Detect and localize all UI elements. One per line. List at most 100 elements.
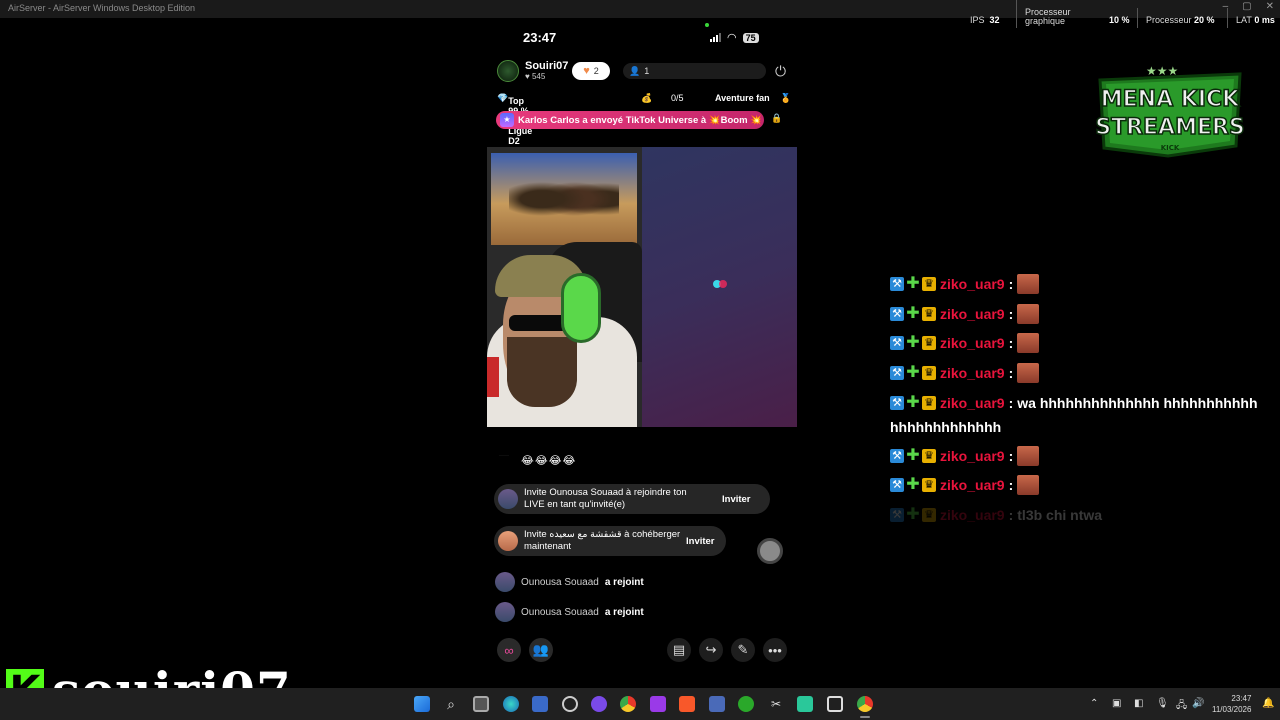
crown-icon: ♛ xyxy=(922,307,936,321)
invite1-button[interactable]: Inviter xyxy=(722,494,751,505)
link-icon[interactable]: ∞ xyxy=(497,638,521,662)
volume-icon[interactable]: 🔊 xyxy=(1192,698,1204,709)
league-badge[interactable]: 💎 Top 99 % de la Ligue D2 xyxy=(497,93,532,146)
joined-message: Ounousa Souaad a rejoint xyxy=(495,572,644,592)
taskbar: ⌕ ✂ ⌃ ▣ ◧ 🎙 🖧 🔊 23:47 11/03/2026 🔔 xyxy=(0,688,1280,720)
wall-poster xyxy=(491,153,637,245)
clock-time: 23:47 xyxy=(1231,694,1252,703)
person-icon: 👤 xyxy=(629,65,641,76)
tray-app2-icon[interactable]: ◧ xyxy=(1134,698,1143,709)
perf-gpu-value: 10 % xyxy=(1109,15,1130,25)
joined-message: Ounousa Souaad a rejoint xyxy=(495,602,644,622)
brave-icon[interactable] xyxy=(679,696,695,712)
app4-icon[interactable] xyxy=(827,696,843,712)
host-avatar[interactable] xyxy=(497,60,519,82)
edge-icon[interactable] xyxy=(503,696,519,712)
chat-username: ziko_uar9 xyxy=(940,276,1005,292)
joined-avatar xyxy=(495,572,515,592)
live-stats-row: 💎 Top 99 % de la Ligue D2 💰 0/5 Aventure… xyxy=(495,90,795,146)
invite-cohost-card[interactable]: Invite قشقشة مع سعيده à cohéberger maint… xyxy=(494,526,726,556)
wifi-icon: ◠ xyxy=(727,32,737,44)
moderator-icon: ⚒ xyxy=(890,449,904,463)
moderator-icon: ⚒ xyxy=(890,396,904,410)
gift-banner[interactable]: ★ Karlos Carlos a envoyé TikTok Universe… xyxy=(496,111,764,129)
chat-text: wa hhhhhhhhhhhhhh hhhhhhhhhhh xyxy=(1017,395,1258,411)
battery-indicator: 75 xyxy=(742,32,759,43)
viewer-count: 1 xyxy=(644,66,650,76)
like-button[interactable]: ♥ 2 xyxy=(572,62,610,80)
network-icon[interactable]: 🖧 xyxy=(1176,698,1187,715)
chat-username: ziko_uar9 xyxy=(940,477,1005,493)
app3-icon[interactable] xyxy=(797,696,813,712)
xbox-icon[interactable] xyxy=(738,696,754,712)
search-icon[interactable]: ⌕ xyxy=(443,696,459,712)
adventure-label[interactable]: Aventure fan xyxy=(715,93,770,103)
chat-message: ⚒ ✚ ♛ ziko_uar9: xyxy=(890,274,1040,294)
chat-message-fading: ⚒ ✚ ♛ ziko_uar9: tl3b chi ntwa xyxy=(890,505,1102,525)
signal-icon xyxy=(710,33,721,42)
chat-emote xyxy=(1017,363,1040,383)
guests-icon[interactable]: 👥 xyxy=(529,638,553,662)
treasure-icon: 💰 xyxy=(641,93,653,103)
record-button[interactable] xyxy=(757,538,783,564)
share-icon[interactable]: ↪ xyxy=(699,638,723,662)
gift-sub-icon: ✚ xyxy=(906,476,920,493)
start-icon[interactable] xyxy=(414,696,430,712)
joined-action: a rejoint xyxy=(604,576,644,588)
tray-app-icon[interactable]: ▣ xyxy=(1112,698,1121,709)
guest-video-loading[interactable] xyxy=(642,147,797,427)
like-count: 2 xyxy=(593,66,599,76)
chat-username: ziko_uar9 xyxy=(940,365,1005,381)
host-video[interactable] xyxy=(487,147,642,427)
microphone-icon[interactable]: 🎙 xyxy=(1156,698,1169,709)
app-icon[interactable] xyxy=(562,696,578,712)
comment-emojis: 😂😂😂😂 xyxy=(521,455,577,467)
svg-text:★★★: ★★★ xyxy=(1146,66,1178,78)
camera-indicator xyxy=(705,23,709,27)
power-icon[interactable]: ⏻ xyxy=(775,63,786,80)
svg-text:MENA KICK: MENA KICK xyxy=(1101,87,1240,112)
system-clock[interactable]: 23:47 11/03/2026 xyxy=(1212,693,1251,715)
chat-emote xyxy=(1017,274,1040,294)
chrome-icon[interactable] xyxy=(620,696,636,712)
crown-icon: ♛ xyxy=(922,508,936,522)
perf-gpu-label: Processeur graphique xyxy=(1016,0,1071,28)
chat-emote xyxy=(1017,304,1040,324)
status-icons: ◠ 75 xyxy=(710,31,759,44)
window-titlebar[interactable]: AirServer - AirServer Windows Desktop Ed… xyxy=(0,0,1280,18)
chat-colon: : xyxy=(1008,276,1014,292)
lat-label: LAT xyxy=(1236,15,1252,25)
discord-icon[interactable] xyxy=(591,696,607,712)
notification-icon[interactable]: 🔔 xyxy=(1262,698,1274,709)
invite2-button[interactable]: Inviter xyxy=(686,536,715,547)
more-icon[interactable]: ••• xyxy=(763,638,787,662)
moderator-icon: ⚒ xyxy=(890,508,904,522)
gift-banner-text: Karlos Carlos a envoyé TikTok Universe à… xyxy=(518,114,762,126)
invite-guest-card[interactable]: Invite Ounousa Souaad à rejoindre ton LI… xyxy=(494,484,770,514)
app2-icon[interactable] xyxy=(709,696,725,712)
svg-text:KICK: KICK xyxy=(1161,144,1180,152)
crown-icon: ♛ xyxy=(922,396,936,410)
tray-chevron-icon[interactable]: ⌃ xyxy=(1090,698,1098,709)
chat-username: ziko_uar9 xyxy=(940,507,1005,523)
tools-icon[interactable]: ✂ xyxy=(768,696,784,712)
chrome-active-icon[interactable] xyxy=(857,696,873,712)
chat-username: ziko_uar9 xyxy=(940,306,1005,322)
gift-sub-icon: ✚ xyxy=(906,275,920,292)
moderator-icon: ⚒ xyxy=(890,478,904,492)
viewer-count-pill[interactable]: 👤 1 xyxy=(623,63,766,79)
host-info[interactable]: Souiri07 ♥ 545 xyxy=(497,60,568,82)
task-view-icon[interactable] xyxy=(473,696,489,712)
joined-name: Ounousa Souaad xyxy=(521,576,599,588)
svg-text:STREAMERS: STREAMERS xyxy=(1096,115,1244,140)
store-icon[interactable] xyxy=(532,696,548,712)
heart-icon: ♥ xyxy=(583,65,590,77)
moderator-icon: ⚒ xyxy=(890,366,904,380)
chat-username: ziko_uar9 xyxy=(940,335,1005,351)
magic-wand-icon[interactable]: ✎ xyxy=(731,638,755,662)
moderator-icon: ⚒ xyxy=(890,336,904,350)
progress-count: 0/5 xyxy=(671,93,684,103)
clip-icon[interactable]: ▤ xyxy=(667,638,691,662)
gift-sub-icon: ✚ xyxy=(906,447,920,464)
twitch-icon[interactable] xyxy=(650,696,666,712)
